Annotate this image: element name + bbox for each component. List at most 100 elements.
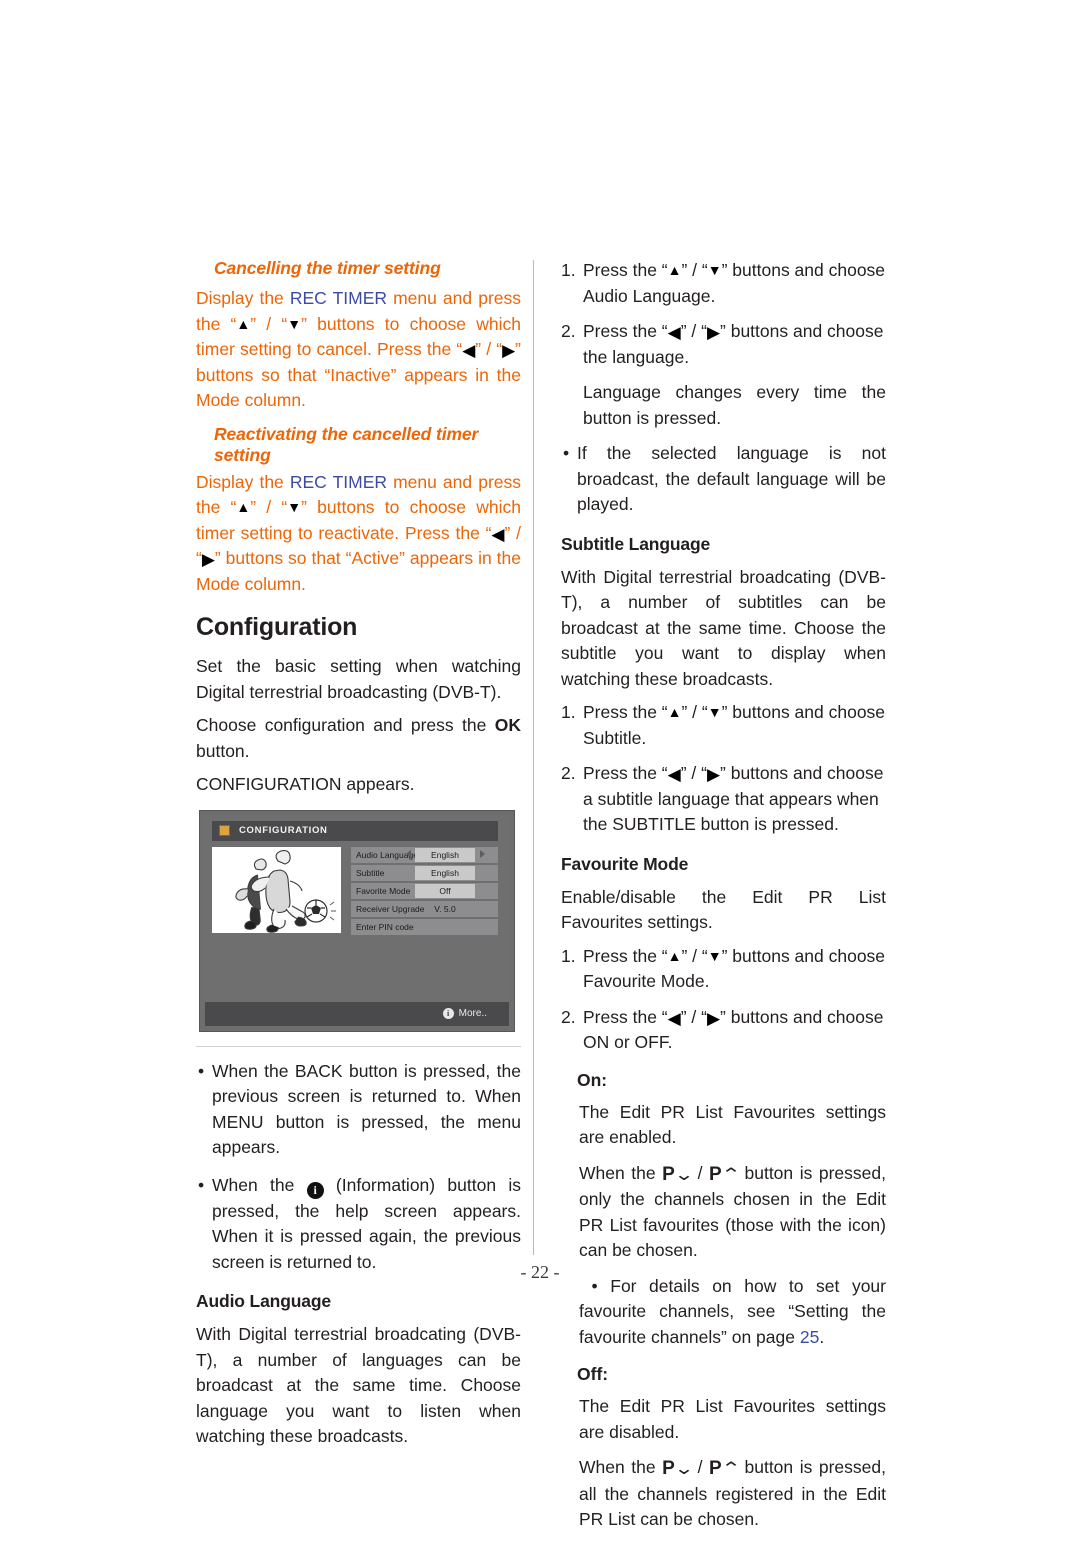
menu-row-label: Subtitle [356, 867, 385, 878]
screenshot-footer-bar: i More.. [205, 1001, 509, 1026]
step-text-b: ” / “ [681, 945, 708, 966]
step-number: 2. [561, 763, 576, 783]
arrow-up-icon: ▲ [236, 499, 251, 515]
p-up-button-icon: P⌃ [709, 1458, 742, 1479]
info-icon: i [442, 1008, 454, 1019]
menu-row-value: Off [415, 883, 475, 898]
cancel-text-3: ” / “ [250, 313, 288, 334]
arrow-down-icon: ▼ [707, 262, 722, 278]
chevron-right-icon[interactable] [480, 849, 485, 858]
menu-row-enter-pin-code[interactable]: Enter PIN code [351, 918, 498, 935]
manual-page: Cancelling the timer setting Display the… [0, 0, 1080, 1529]
p-down-button-icon: P⌄ [662, 1458, 695, 1479]
soccer-players-illustration [212, 846, 341, 933]
divider-line [196, 1045, 521, 1047]
arrow-down-icon: ▼ [707, 947, 722, 964]
step-audio-1: 1. Press the “▲” / “▼” buttons and choose… [561, 258, 886, 309]
bullet-information-button: When the i (Information) button is press… [196, 1173, 521, 1276]
right-column: 1. Press the “▲” / “▼” buttons and choose… [561, 258, 886, 1543]
rec-timer-label-2: REC TIMER [289, 471, 388, 492]
p-up-button-icon: P⌃ [709, 1163, 742, 1185]
step-subtitle-1: 1. Press the “▲” / “▼” buttons and choose… [561, 700, 886, 751]
ref-text-a: For details on how to set your favourite… [579, 1275, 886, 1347]
information-icon: i [306, 1181, 324, 1199]
config-appears-paragraph: CONFIGURATION appears. [196, 774, 415, 794]
bullet-favourite-channels-ref: • For details on how to set your favouri… [561, 1274, 886, 1351]
label-off: Off: [577, 1364, 609, 1384]
configuration-screenshot: CONFIGURATION Audio Language English Sub… [199, 809, 515, 1032]
chevron-left-icon[interactable] [406, 849, 411, 858]
p-down-button-icon: P⌄ [662, 1163, 695, 1185]
cancel-text-1: Display the [196, 288, 290, 308]
menu-row-subtitle[interactable]: Subtitle English [351, 864, 498, 881]
rec-timer-label-1: REC TIMER [289, 288, 388, 308]
bullet-default-language: If the selected language is not broadcas… [561, 441, 886, 518]
step-text-b: ” / “ [680, 1006, 707, 1027]
arrow-right-icon: ▶ [706, 1008, 721, 1028]
ok-button-label: OK [494, 715, 521, 735]
key-icon [219, 825, 230, 836]
menu-row-label: Enter PIN code [356, 921, 414, 932]
menu-row-receiver-upgrade[interactable]: Receiver Upgrade V. 5.0 [351, 900, 498, 917]
step-text-a: Press the “ [583, 945, 668, 966]
step-number: 1. [561, 945, 576, 966]
paragraph-reactivating-timer: Display the REC TIMER menu and press the… [196, 470, 521, 598]
arrow-down-icon: ▼ [707, 704, 722, 720]
arrow-right-icon: ▶ [706, 765, 721, 784]
arrow-left-icon: ◀ [462, 341, 476, 360]
screenshot-title-label: CONFIGURATION [239, 825, 328, 836]
arrow-left-icon: ◀ [667, 1008, 681, 1028]
arrow-up-icon: ▲ [667, 262, 682, 278]
paragraph-off-channel-button: When the P⌄ / P⌃ button is pressed, all … [561, 1455, 886, 1533]
ref-text-b: . [819, 1326, 825, 1347]
step-text-b: ” / “ [681, 260, 708, 280]
menu-row-favorite-mode[interactable]: Favorite Mode Off [351, 882, 498, 899]
paragraph-audio-language: With Digital terrestrial broadcating (DV… [196, 1324, 521, 1446]
paragraph-off-disabled: The Edit PR List Favourites settings are… [579, 1396, 886, 1442]
menu-row-label: Receiver Upgrade [356, 903, 425, 914]
heading-audio-language: Audio Language [196, 1291, 331, 1311]
step-favourite-2: 2. Press the “◀” / “▶” buttons and choose… [561, 1005, 886, 1056]
screenshot-title-bar: CONFIGURATION [212, 820, 498, 841]
bullet-info-text-a: When the [212, 1174, 307, 1195]
section-title-configuration: Configuration [196, 613, 358, 641]
step-audio-2: 2. Press the “◀” / “▶” buttons and choose… [561, 319, 886, 370]
paragraph-favourite-mode: Enable/disable the Edit PR List Favourit… [561, 886, 886, 933]
config-choose-text-b: button. [196, 740, 250, 761]
menu-row-audio-language[interactable]: Audio Language English [351, 846, 498, 863]
arrow-right-icon: ▶ [502, 341, 516, 360]
arrow-left-icon: ◀ [491, 524, 505, 544]
step-text-b: ” / “ [680, 763, 707, 783]
step-text-a: Press the “ [583, 702, 668, 722]
on-text-a: When the [579, 1162, 663, 1183]
step-number: 1. [561, 702, 576, 722]
arrow-down-icon: ▼ [287, 499, 302, 515]
step-text-b: ” / “ [680, 321, 707, 341]
menu-row-value: V. 5.0 [434, 903, 456, 914]
config-choose-text-a: Choose configuration and press the [196, 715, 495, 735]
arrow-down-icon: ▼ [287, 315, 302, 332]
step-number: 1. [561, 260, 576, 280]
page-reference-link[interactable]: 25 [800, 1327, 819, 1347]
step-number: 2. [561, 1006, 576, 1027]
heading-favourite-mode: Favourite Mode [561, 853, 689, 874]
config-choose-paragraph: Choose configuration and press the OK bu… [196, 713, 521, 764]
heading-cancelling-timer: Cancelling the timer setting [214, 258, 441, 278]
note-language-changes: Language changes every time the button i… [583, 382, 886, 428]
paragraph-on-enabled: The Edit PR List Favourites settings are… [579, 1101, 886, 1148]
step-text-a: Press the “ [583, 321, 668, 341]
paragraph-on-channel-button: When the P⌄ / P⌃ button is pressed, only… [561, 1161, 886, 1264]
soccer-ball-icon [304, 898, 328, 923]
react-text-1: Display the [196, 471, 290, 492]
react-text-6: ” buttons so that “Active” appears in th… [196, 548, 521, 594]
label-on: On: [577, 1069, 608, 1090]
step-number: 2. [561, 321, 576, 341]
heading-subtitle-language: Subtitle Language [561, 533, 711, 554]
screenshot-more-label[interactable]: More.. [459, 1008, 487, 1019]
arrow-up-icon: ▲ [667, 704, 682, 720]
paragraph-subtitle-language: With Digital terrestrial broadcating (DV… [561, 566, 886, 689]
step-favourite-1: 1. Press the “▲” / “▼” buttons and choose… [561, 944, 886, 995]
page-number: - 22 - [520, 1262, 560, 1282]
menu-row-value: English [415, 865, 475, 880]
arrow-right-icon: ▶ [706, 323, 721, 342]
